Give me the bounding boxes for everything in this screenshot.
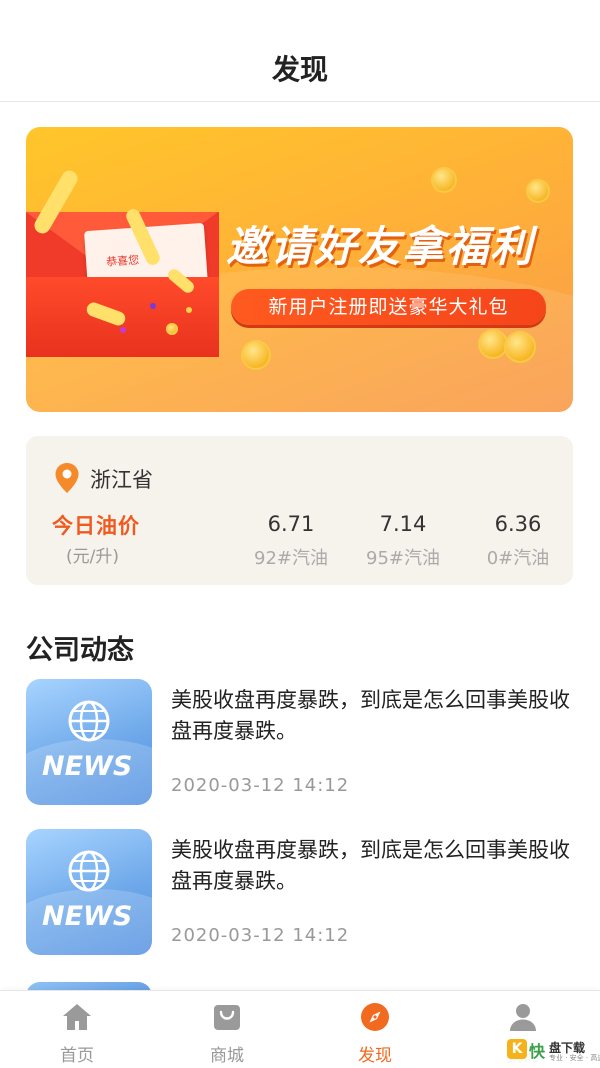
news-headline: 美股收盘再度暴跌，到底是怎么回事美股收盘再度暴跌。	[171, 688, 570, 743]
page-title: 发现	[271, 53, 328, 86]
price-label: 0#汽油	[486, 548, 550, 569]
home-icon	[63, 1004, 91, 1030]
tab-discover[interactable]: 发现	[300, 991, 450, 1068]
news-thumbnail: NEWS	[26, 679, 152, 805]
globe-icon	[68, 700, 110, 742]
shopping-bag-icon	[214, 1005, 240, 1030]
watermark-sub: 专业 · 安全 · 高速	[549, 1054, 600, 1062]
price-value: 6.36	[494, 512, 542, 536]
coin-icon	[431, 167, 457, 193]
news-label: NEWS	[42, 751, 133, 782]
province-label[interactable]: 浙江省	[90, 464, 153, 494]
invite-banner[interactable]: 恭喜您 邀请好友拿福利 新用户注册即送豪华大礼包	[26, 127, 573, 412]
compass-icon	[361, 1003, 389, 1031]
coin-icon	[526, 179, 550, 203]
news-thumbnail: NEWS	[26, 829, 152, 955]
confetti-dot	[186, 307, 192, 313]
nav-bar: 发现	[0, 0, 600, 102]
watermark-logo: K 快 盘下载 专业 · 安全 · 高速	[505, 1037, 600, 1063]
coin-icon	[241, 340, 271, 370]
news-timestamp: 2020-03-12 14:12	[171, 925, 350, 946]
tab-home[interactable]: 首页	[2, 991, 152, 1068]
oil-price-unit: (元/升)	[66, 547, 119, 567]
coin-icon	[166, 323, 178, 335]
oil-price-card: 浙江省 今日油价 (元/升) 6.71 92#汽油 7.14 95#汽油 6.3…	[26, 436, 573, 585]
user-icon	[510, 1004, 536, 1031]
price-value: 6.71	[267, 512, 315, 536]
tab-label: 发现	[358, 1046, 392, 1066]
watermark-badge: K	[507, 1039, 527, 1059]
greeting-card-label: 恭喜您	[105, 253, 140, 269]
tab-mall[interactable]: 商城	[152, 991, 302, 1068]
banner-title: 邀请好友拿福利	[226, 222, 535, 271]
list-item[interactable]: NEWS 美股收盘再度暴跌，到底是怎么回事美股收盘再度暴跌。 2020-03-1…	[26, 829, 574, 955]
globe-icon	[68, 850, 110, 892]
watermark-fast: 快	[529, 1042, 546, 1061]
confetti-dot	[120, 327, 126, 333]
coin-icon	[504, 331, 536, 363]
tab-label: 首页	[60, 1046, 94, 1066]
section-title: 公司动态	[26, 635, 134, 666]
tab-label: 商城	[210, 1046, 244, 1066]
price-label: 92#汽油	[254, 548, 328, 569]
price-92: 6.71 92#汽油	[236, 436, 346, 570]
confetti-dot	[150, 303, 156, 309]
banner-subtitle-pill: 新用户注册即送豪华大礼包	[231, 289, 546, 325]
oil-price-title: 今日油价	[52, 514, 140, 538]
news-label: NEWS	[42, 901, 133, 932]
list-item[interactable]: NEWS 美股收盘再度暴跌，到底是怎么回事美股收盘再度暴跌。 2020-03-1…	[26, 679, 574, 805]
price-label: 95#汽油	[366, 548, 440, 569]
price-value: 7.14	[379, 512, 427, 536]
news-timestamp: 2020-03-12 14:12	[171, 775, 350, 796]
location-pin-icon	[55, 463, 79, 493]
price-95: 7.14 95#汽油	[348, 436, 458, 570]
price-0: 6.36 0#汽油	[463, 436, 573, 570]
news-headline: 美股收盘再度暴跌，到底是怎么回事美股收盘再度暴跌。	[171, 838, 570, 893]
